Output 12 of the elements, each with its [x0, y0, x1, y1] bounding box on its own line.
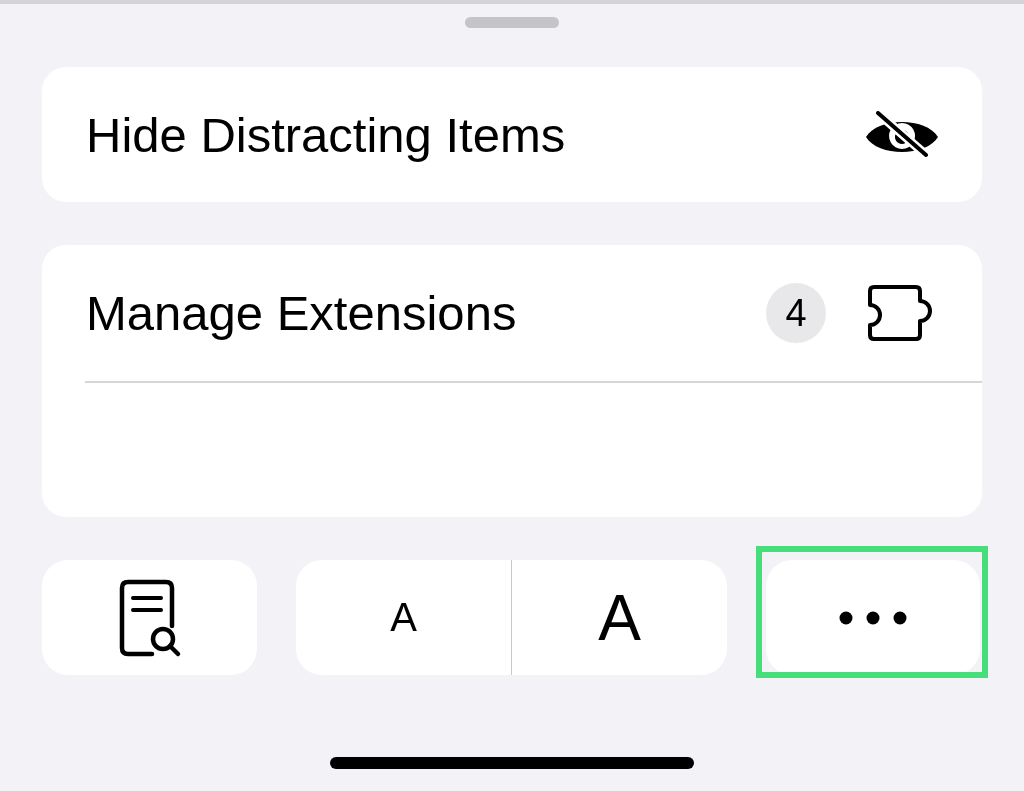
menu-row[interactable]: Hide Distracting Items [42, 67, 982, 202]
grabber-handle[interactable] [465, 17, 559, 28]
row-label: Manage Extensions [86, 285, 518, 341]
ellipsis-icon [838, 609, 908, 626]
reader-button[interactable] [42, 560, 257, 675]
row-label: Hide Distracting Items [86, 106, 566, 163]
document-search-icon [117, 577, 182, 658]
larger-text-button[interactable]: A [512, 560, 727, 675]
more-button[interactable] [766, 560, 980, 675]
eye-slash-icon [864, 110, 940, 159]
count-badge: 4 [766, 283, 826, 343]
smaller-text-button[interactable]: A [296, 560, 511, 675]
